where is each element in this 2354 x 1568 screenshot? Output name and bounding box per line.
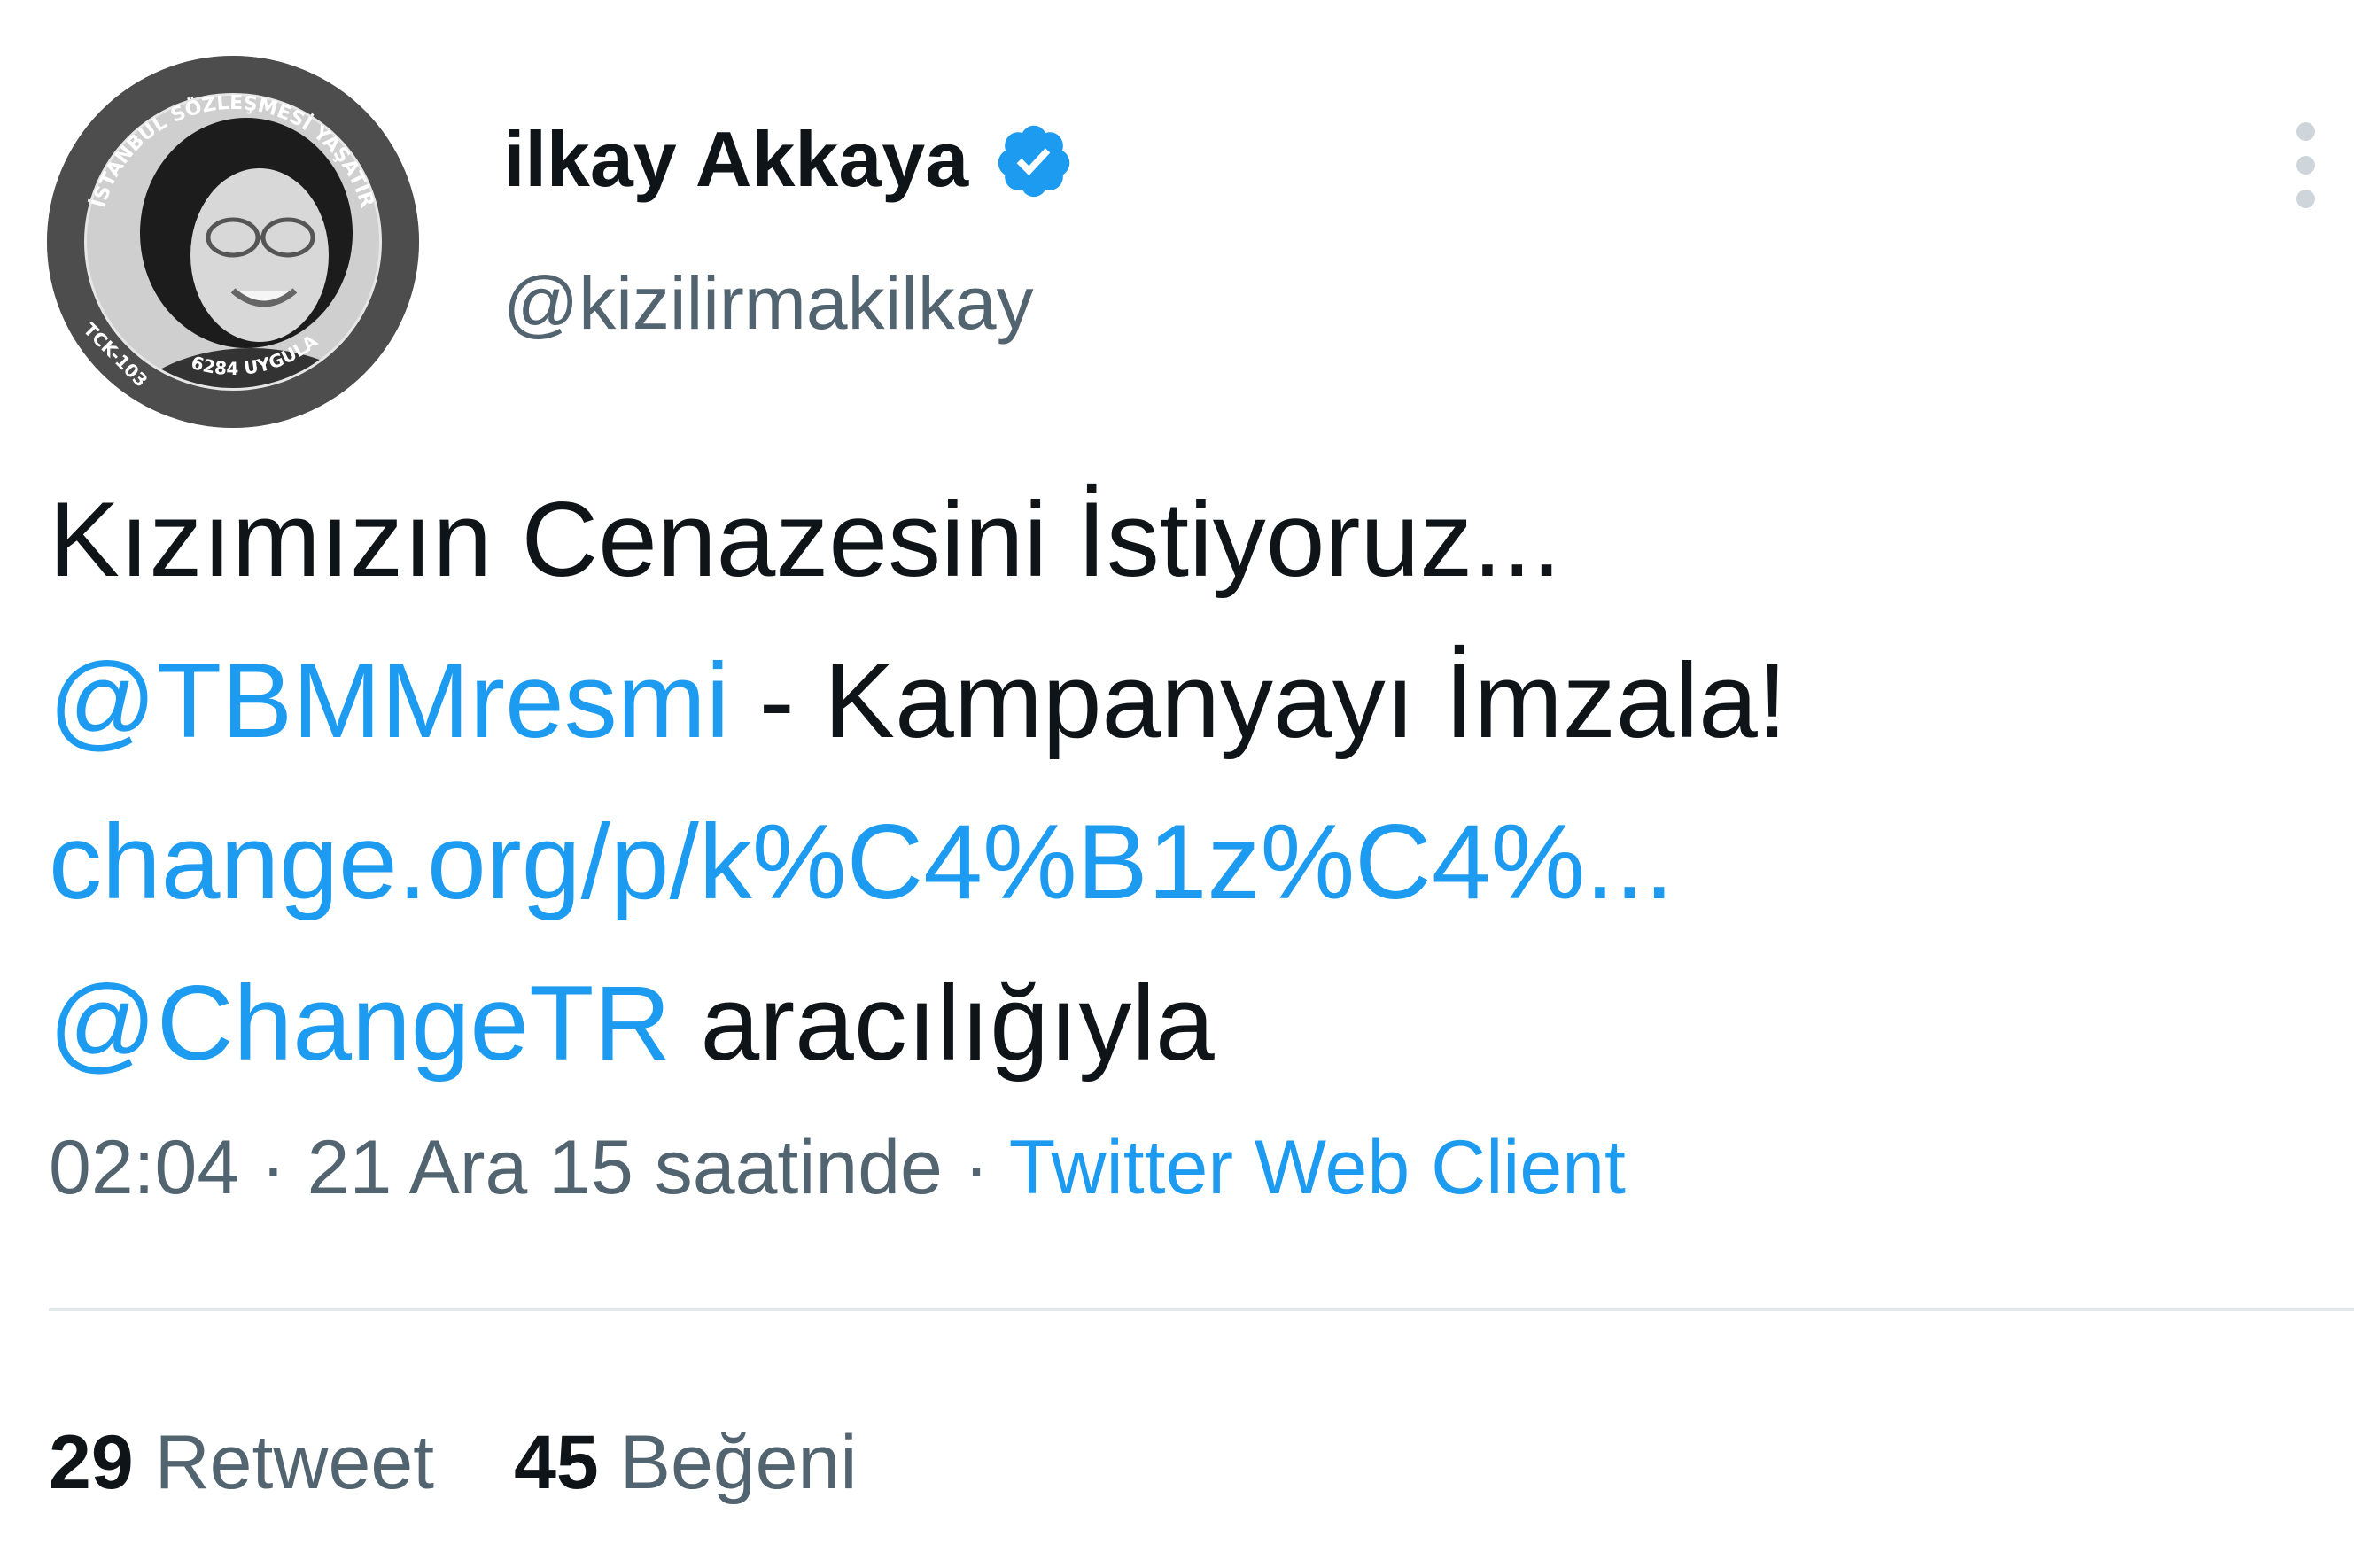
- tweet-source-link[interactable]: Twitter Web Client: [1009, 1125, 1626, 1210]
- retweets-stat[interactable]: 29 Retweet: [49, 1420, 434, 1505]
- tweet-text-line: @ChangeTR aracılığıyla: [49, 943, 2317, 1104]
- avatar-image: İSTANBUL SÖZLEŞMESİ YAŞATIR TCK-103 6284…: [47, 56, 419, 428]
- author-handle[interactable]: @kizilirmakilkay: [503, 266, 1034, 340]
- author-name-row[interactable]: ilkay Akkaya: [503, 115, 1075, 204]
- tweet-text-line: Kızımızın Cenazesini İstiyoruz...: [49, 480, 1562, 599]
- tweet-text-line: @TBMMresmi - Kampanyayı İmzala!: [49, 620, 2317, 781]
- likes-stat[interactable]: 45 Beğeni: [514, 1420, 857, 1505]
- display-name[interactable]: ilkay Akkaya: [503, 120, 968, 198]
- tweet-time-link[interactable]: 02:04: [49, 1125, 239, 1210]
- more-dot: [2296, 122, 2315, 141]
- like-count: 45: [514, 1420, 599, 1505]
- tweet-text-segment: - Kampanyayı İmzala!: [729, 641, 1788, 760]
- tweet-text-line: change.org/p/k%C4%B1z%C4%...: [49, 781, 2317, 943]
- tweet-text-segment: aracılığıyla: [671, 964, 1215, 1083]
- more-options-icon[interactable]: [2284, 117, 2328, 214]
- meta-separator: ·: [942, 1125, 1009, 1210]
- tweet-detail: İSTANBUL SÖZLEŞMESİ YAŞATIR TCK-103 6284…: [0, 0, 2354, 1568]
- verified-badge-icon: [998, 125, 1070, 198]
- mention-changetr-link[interactable]: @ChangeTR: [49, 964, 671, 1083]
- more-dot: [2296, 190, 2315, 208]
- tweet-stats: 29 Retweet 45 Beğeni: [49, 1424, 857, 1501]
- petition-url-link[interactable]: change.org/p/k%C4%B1z%C4%...: [49, 803, 1674, 921]
- tweet-date-link[interactable]: 21 Ara 15 saatinde: [307, 1125, 943, 1210]
- retweet-count: 29: [49, 1420, 134, 1505]
- avatar[interactable]: İSTANBUL SÖZLEŞMESİ YAŞATIR TCK-103 6284…: [47, 56, 419, 428]
- retweet-label: Retweet: [154, 1420, 435, 1505]
- mention-tbmmresmi-link[interactable]: @TBMMresmi: [49, 641, 729, 760]
- like-label: Beğeni: [619, 1420, 858, 1505]
- tweet-text: Kızımızın Cenazesini İstiyoruz... @TBMMr…: [49, 459, 2317, 1104]
- meta-separator: ·: [239, 1125, 307, 1210]
- tweet-meta: 02:04 · 21 Ara 15 saatinde · Twitter Web…: [49, 1129, 1626, 1206]
- more-dot: [2296, 156, 2315, 175]
- divider: [49, 1308, 2354, 1311]
